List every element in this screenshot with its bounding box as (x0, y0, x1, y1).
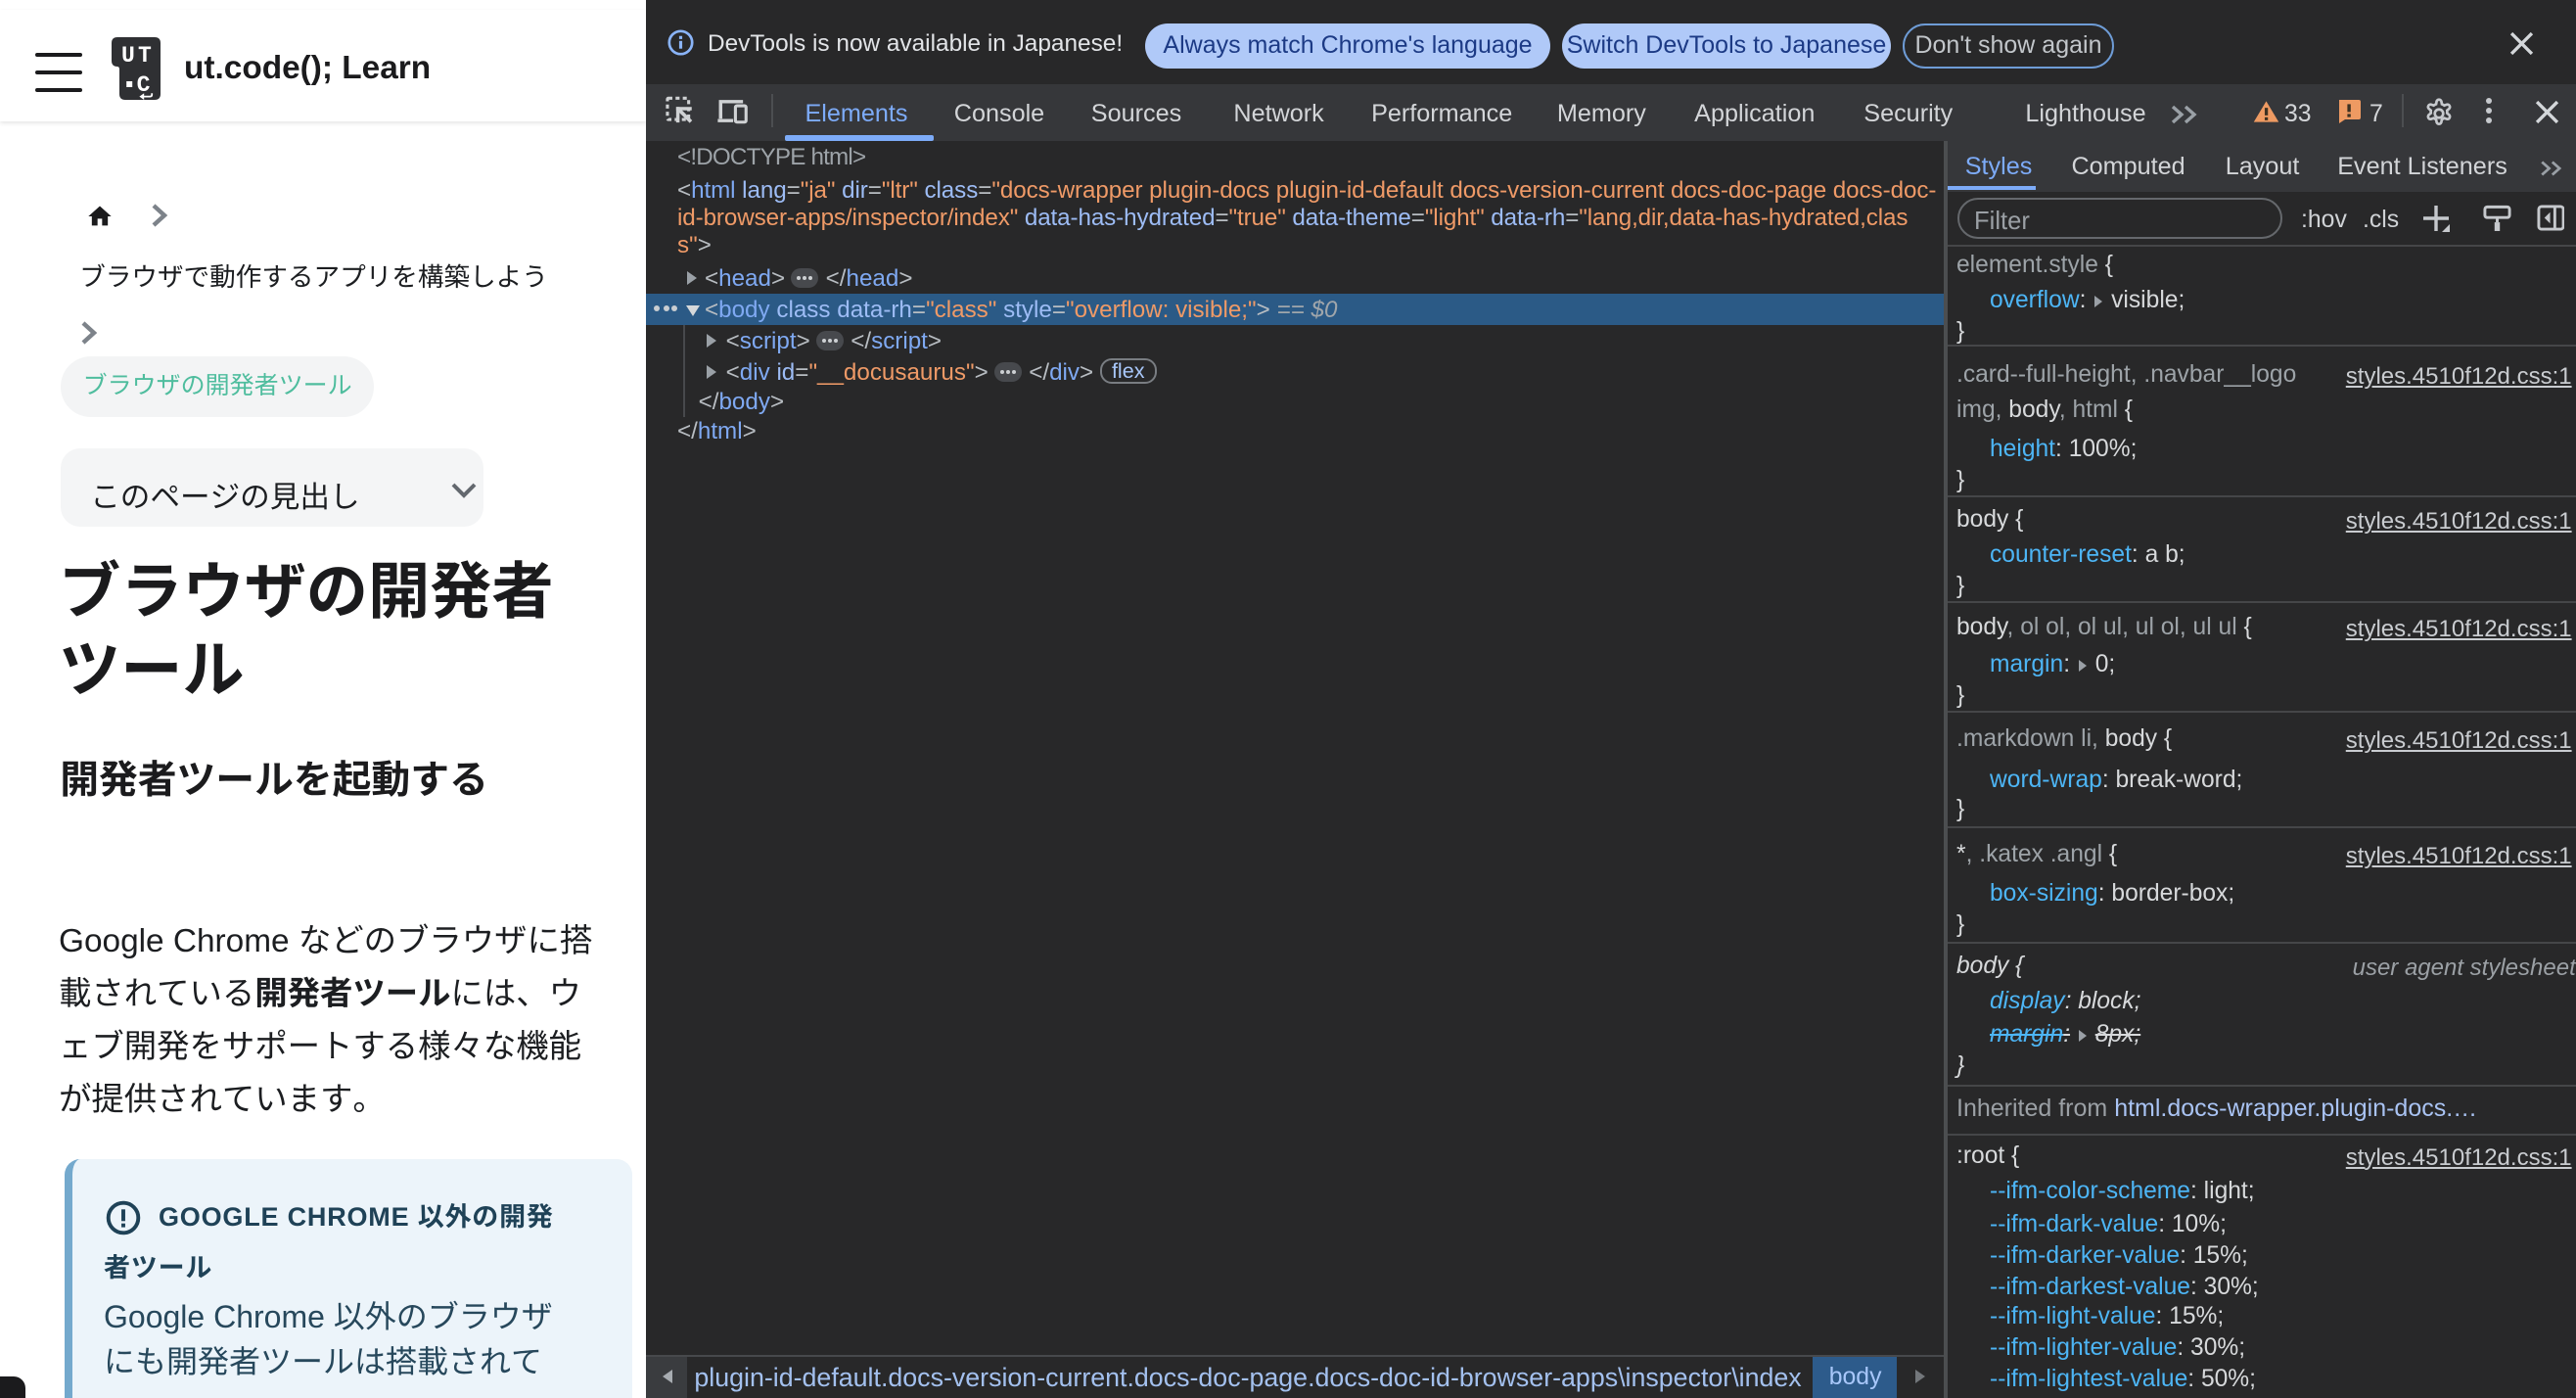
svg-text:U: U (120, 43, 134, 69)
svg-text:T: T (137, 43, 151, 69)
